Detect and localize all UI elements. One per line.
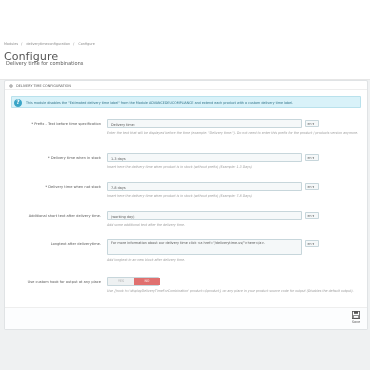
panel-footer: Save bbox=[5, 307, 367, 329]
page-subtitle: Delivery time for combinations bbox=[6, 61, 84, 67]
long-text-label: Longtext after deliverytime. bbox=[50, 242, 101, 246]
long-text-textarea[interactable]: For more information about our delivery … bbox=[107, 239, 302, 255]
in-stock-help: Insert here the delivery time when produ… bbox=[107, 165, 252, 169]
prefix-help: Enter the text that will be displayed be… bbox=[107, 131, 359, 135]
config-panel: DELIVERY TIME CONFIGURATION ? This modul… bbox=[4, 80, 368, 330]
save-button[interactable]: Save bbox=[349, 311, 363, 327]
prefix-label: * Prefix - Text before time specificatio… bbox=[31, 122, 101, 126]
save-label: Save bbox=[351, 320, 361, 324]
save-icon bbox=[352, 311, 360, 319]
language-select[interactable]: en ▾ bbox=[305, 212, 319, 219]
not-stock-label: * Delivery time when not stock bbox=[45, 185, 101, 189]
short-text-help: Add some additional text after the deliv… bbox=[107, 223, 186, 227]
in-stock-input[interactable]: 1-3 days bbox=[107, 153, 302, 162]
language-select[interactable]: en ▾ bbox=[305, 120, 319, 127]
panel-heading: DELIVERY TIME CONFIGURATION bbox=[5, 81, 367, 90]
short-text-label: Additional short text after delivery tim… bbox=[28, 214, 101, 218]
in-stock-label: * Delivery time when in stock bbox=[47, 156, 101, 160]
breadcrumb-item[interactable]: Modules bbox=[4, 42, 18, 46]
not-stock-input[interactable]: 7-8 days bbox=[107, 182, 302, 191]
custom-hook-help: Use {hook h='displayDeliveryTimeForCombi… bbox=[107, 289, 354, 293]
question-icon: ? bbox=[14, 98, 22, 107]
breadcrumb-item[interactable]: deliverytimeconfiguration bbox=[26, 42, 70, 46]
panel-heading-label: DELIVERY TIME CONFIGURATION bbox=[16, 84, 71, 88]
custom-hook-label: Use custom hook for output at any place bbox=[27, 280, 101, 284]
breadcrumb: Modules / deliverytimeconfiguration / Conf… bbox=[4, 42, 95, 46]
language-select[interactable]: en ▾ bbox=[305, 240, 319, 247]
custom-hook-switch[interactable]: YES NO bbox=[107, 277, 160, 286]
language-select[interactable]: en ▾ bbox=[305, 154, 319, 161]
prefix-input[interactable]: Delivery time: bbox=[107, 119, 302, 128]
info-alert: ? This module disables the "Estimated de… bbox=[11, 96, 361, 108]
breadcrumb-item[interactable]: Configure bbox=[78, 42, 94, 46]
short-text-input[interactable]: (working day) bbox=[107, 211, 302, 220]
long-text-help: Add longtext in an new block after deliv… bbox=[107, 258, 186, 262]
language-select[interactable]: en ▾ bbox=[305, 183, 319, 190]
not-stock-help: Insert here the delivery time when produ… bbox=[107, 194, 252, 198]
gear-icon bbox=[9, 84, 13, 88]
switch-yes-option[interactable]: YES bbox=[108, 278, 134, 285]
info-alert-text: This module disables the "Estimated deli… bbox=[26, 101, 294, 105]
switch-no-option[interactable]: NO bbox=[134, 278, 160, 285]
